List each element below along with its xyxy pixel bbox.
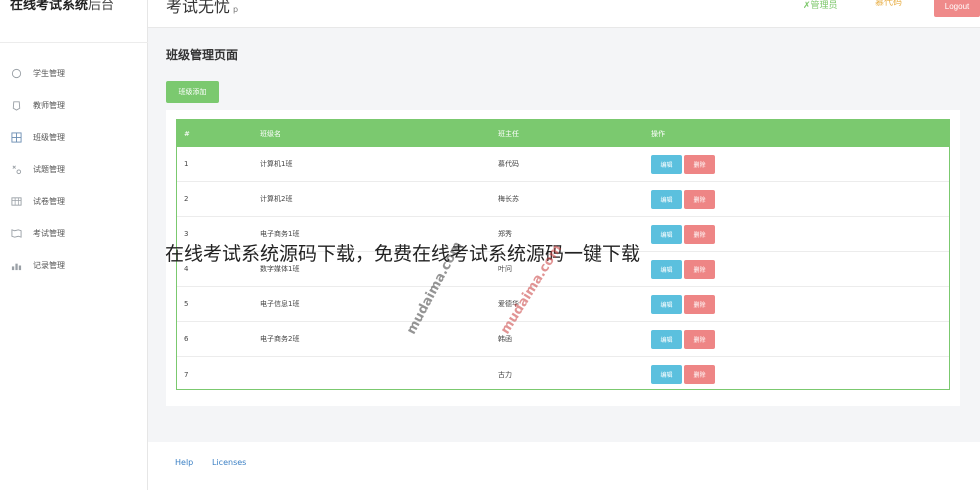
sidebar-item-student[interactable]: 学生管理 <box>0 57 148 89</box>
sidebar-item-label: 学生管理 <box>33 68 65 78</box>
sidebar-item-label: 试卷管理 <box>33 196 65 206</box>
row-class-name: 电子商务2班 <box>260 335 300 343</box>
row-id: 3 <box>184 230 189 238</box>
row-actions: 编辑 删除 <box>651 365 949 384</box>
row-teacher: 慕代码 <box>498 160 519 168</box>
row-teacher: 梅长苏 <box>498 195 519 203</box>
student-icon <box>10 67 22 79</box>
row-actions: 编辑 删除 <box>651 329 949 349</box>
edit-button[interactable]: 编辑 <box>651 189 682 209</box>
row-actions: 编辑 删除 <box>651 189 949 209</box>
column-header-teacher: 班主任 <box>498 129 519 138</box>
footer-licenses-link[interactable]: Licenses <box>212 458 246 467</box>
row-class-name: 计算机2班 <box>260 195 293 203</box>
table-body: 1 计算机1班 慕代码 编辑 删除 2 计算机2班 梅长苏 编辑 删除 3 电子商务1班 郑秀 编辑 删除 4… <box>177 147 949 392</box>
delete-button[interactable]: 删除 <box>684 365 715 384</box>
record-icon <box>10 259 22 271</box>
delete-button[interactable]: 删除 <box>684 224 715 244</box>
sidebar-item-paper[interactable]: 试卷管理 <box>0 185 148 217</box>
edit-button[interactable]: 编辑 <box>651 294 682 314</box>
row-actions: 编辑 删除 <box>651 224 949 244</box>
page-title: 班级管理页面 <box>166 48 239 62</box>
sidebar-item-exam[interactable]: 考试管理 <box>0 217 148 249</box>
row-actions: 编辑 删除 <box>651 294 949 314</box>
overlay-caption: 在线考试系统源码下载，免费在线考试系统源码一键下载 <box>165 243 641 265</box>
table-row: 5 电子信息1班 爱德华 编辑 删除 <box>177 287 949 322</box>
table-row: 2 计算机2班 梅长苏 编辑 删除 <box>177 182 949 217</box>
edit-button[interactable]: 编辑 <box>651 329 682 349</box>
sidebar-item-label: 教师管理 <box>33 100 65 110</box>
column-header-id: # <box>184 129 190 138</box>
delete-button[interactable]: 删除 <box>684 259 715 279</box>
question-icon <box>10 163 22 175</box>
edit-button[interactable]: 编辑 <box>651 259 682 279</box>
table-row: 7 古力 编辑 删除 <box>177 357 949 392</box>
edit-button[interactable]: 编辑 <box>651 154 682 174</box>
row-id: 2 <box>184 195 189 203</box>
row-id: 1 <box>184 160 189 168</box>
brand-title: 在线考试系统后台 <box>10 0 115 13</box>
row-class-name: 电子商务1班 <box>260 230 300 238</box>
logout-button[interactable]: Logout <box>934 0 980 17</box>
sidebar: 在线考试系统后台 学生管理 教师管理 班级管理 试题管理 试卷管理 考试管理 记… <box>0 0 148 490</box>
top-header: 考试无忧 p ✗管理员 慕代码 Logout <box>148 0 980 28</box>
column-header-class-name: 班级名 <box>260 129 281 138</box>
table-row: 1 计算机1班 慕代码 编辑 删除 <box>177 147 949 182</box>
sidebar-item-record[interactable]: 记录管理 <box>0 249 148 281</box>
table-header: # 班级名 班主任 操作 <box>177 120 949 147</box>
delete-button[interactable]: 删除 <box>684 154 715 174</box>
brand-suffix: 后台 <box>88 0 115 13</box>
sidebar-divider <box>0 42 148 43</box>
row-teacher: 古力 <box>498 370 512 379</box>
delete-button[interactable]: 删除 <box>684 294 715 314</box>
row-id: 6 <box>184 335 189 343</box>
row-actions: 编辑 删除 <box>651 154 949 174</box>
teacher-icon <box>10 99 22 111</box>
sidebar-item-label: 班级管理 <box>33 132 65 142</box>
row-id: 7 <box>184 370 189 379</box>
sidebar-item-question[interactable]: 试题管理 <box>0 153 148 185</box>
exam-icon <box>10 227 22 239</box>
sidebar-item-label: 试题管理 <box>33 164 65 174</box>
sidebar-item-class[interactable]: 班级管理 <box>0 121 148 153</box>
user-name-link[interactable]: 慕代码 <box>875 0 902 8</box>
sidebar-item-label: 记录管理 <box>33 260 65 270</box>
add-class-button[interactable]: 班级添加 <box>166 81 219 103</box>
row-class-name: 电子信息1班 <box>260 300 300 308</box>
footer-help-link[interactable]: Help <box>175 458 193 467</box>
sidebar-item-teacher[interactable]: 教师管理 <box>0 89 148 121</box>
grid-icon <box>10 131 22 143</box>
app-title: 考试无忧 p <box>166 0 239 16</box>
column-header-actions: 操作 <box>651 129 665 138</box>
edit-button[interactable]: 编辑 <box>651 224 682 244</box>
sidebar-nav: 学生管理 教师管理 班级管理 试题管理 试卷管理 考试管理 记录管理 <box>0 57 148 281</box>
delete-button[interactable]: 删除 <box>684 329 715 349</box>
admin-role-link[interactable]: ✗管理员 <box>803 0 838 11</box>
edit-button[interactable]: 编辑 <box>651 365 682 384</box>
row-actions: 编辑 删除 <box>651 259 949 279</box>
row-teacher: 郑秀 <box>498 230 512 238</box>
app-title-tag: p <box>233 5 239 14</box>
row-id: 5 <box>184 300 189 308</box>
paper-icon <box>10 195 22 207</box>
row-id: 4 <box>184 265 189 273</box>
footer: Help Licenses <box>148 442 980 490</box>
sidebar-item-label: 考试管理 <box>33 228 65 238</box>
row-class-name: 计算机1班 <box>260 160 293 168</box>
table-row: 6 电子商务2班 韩函 编辑 删除 <box>177 322 949 357</box>
row-teacher: 韩函 <box>498 335 512 343</box>
delete-button[interactable]: 删除 <box>684 189 715 209</box>
